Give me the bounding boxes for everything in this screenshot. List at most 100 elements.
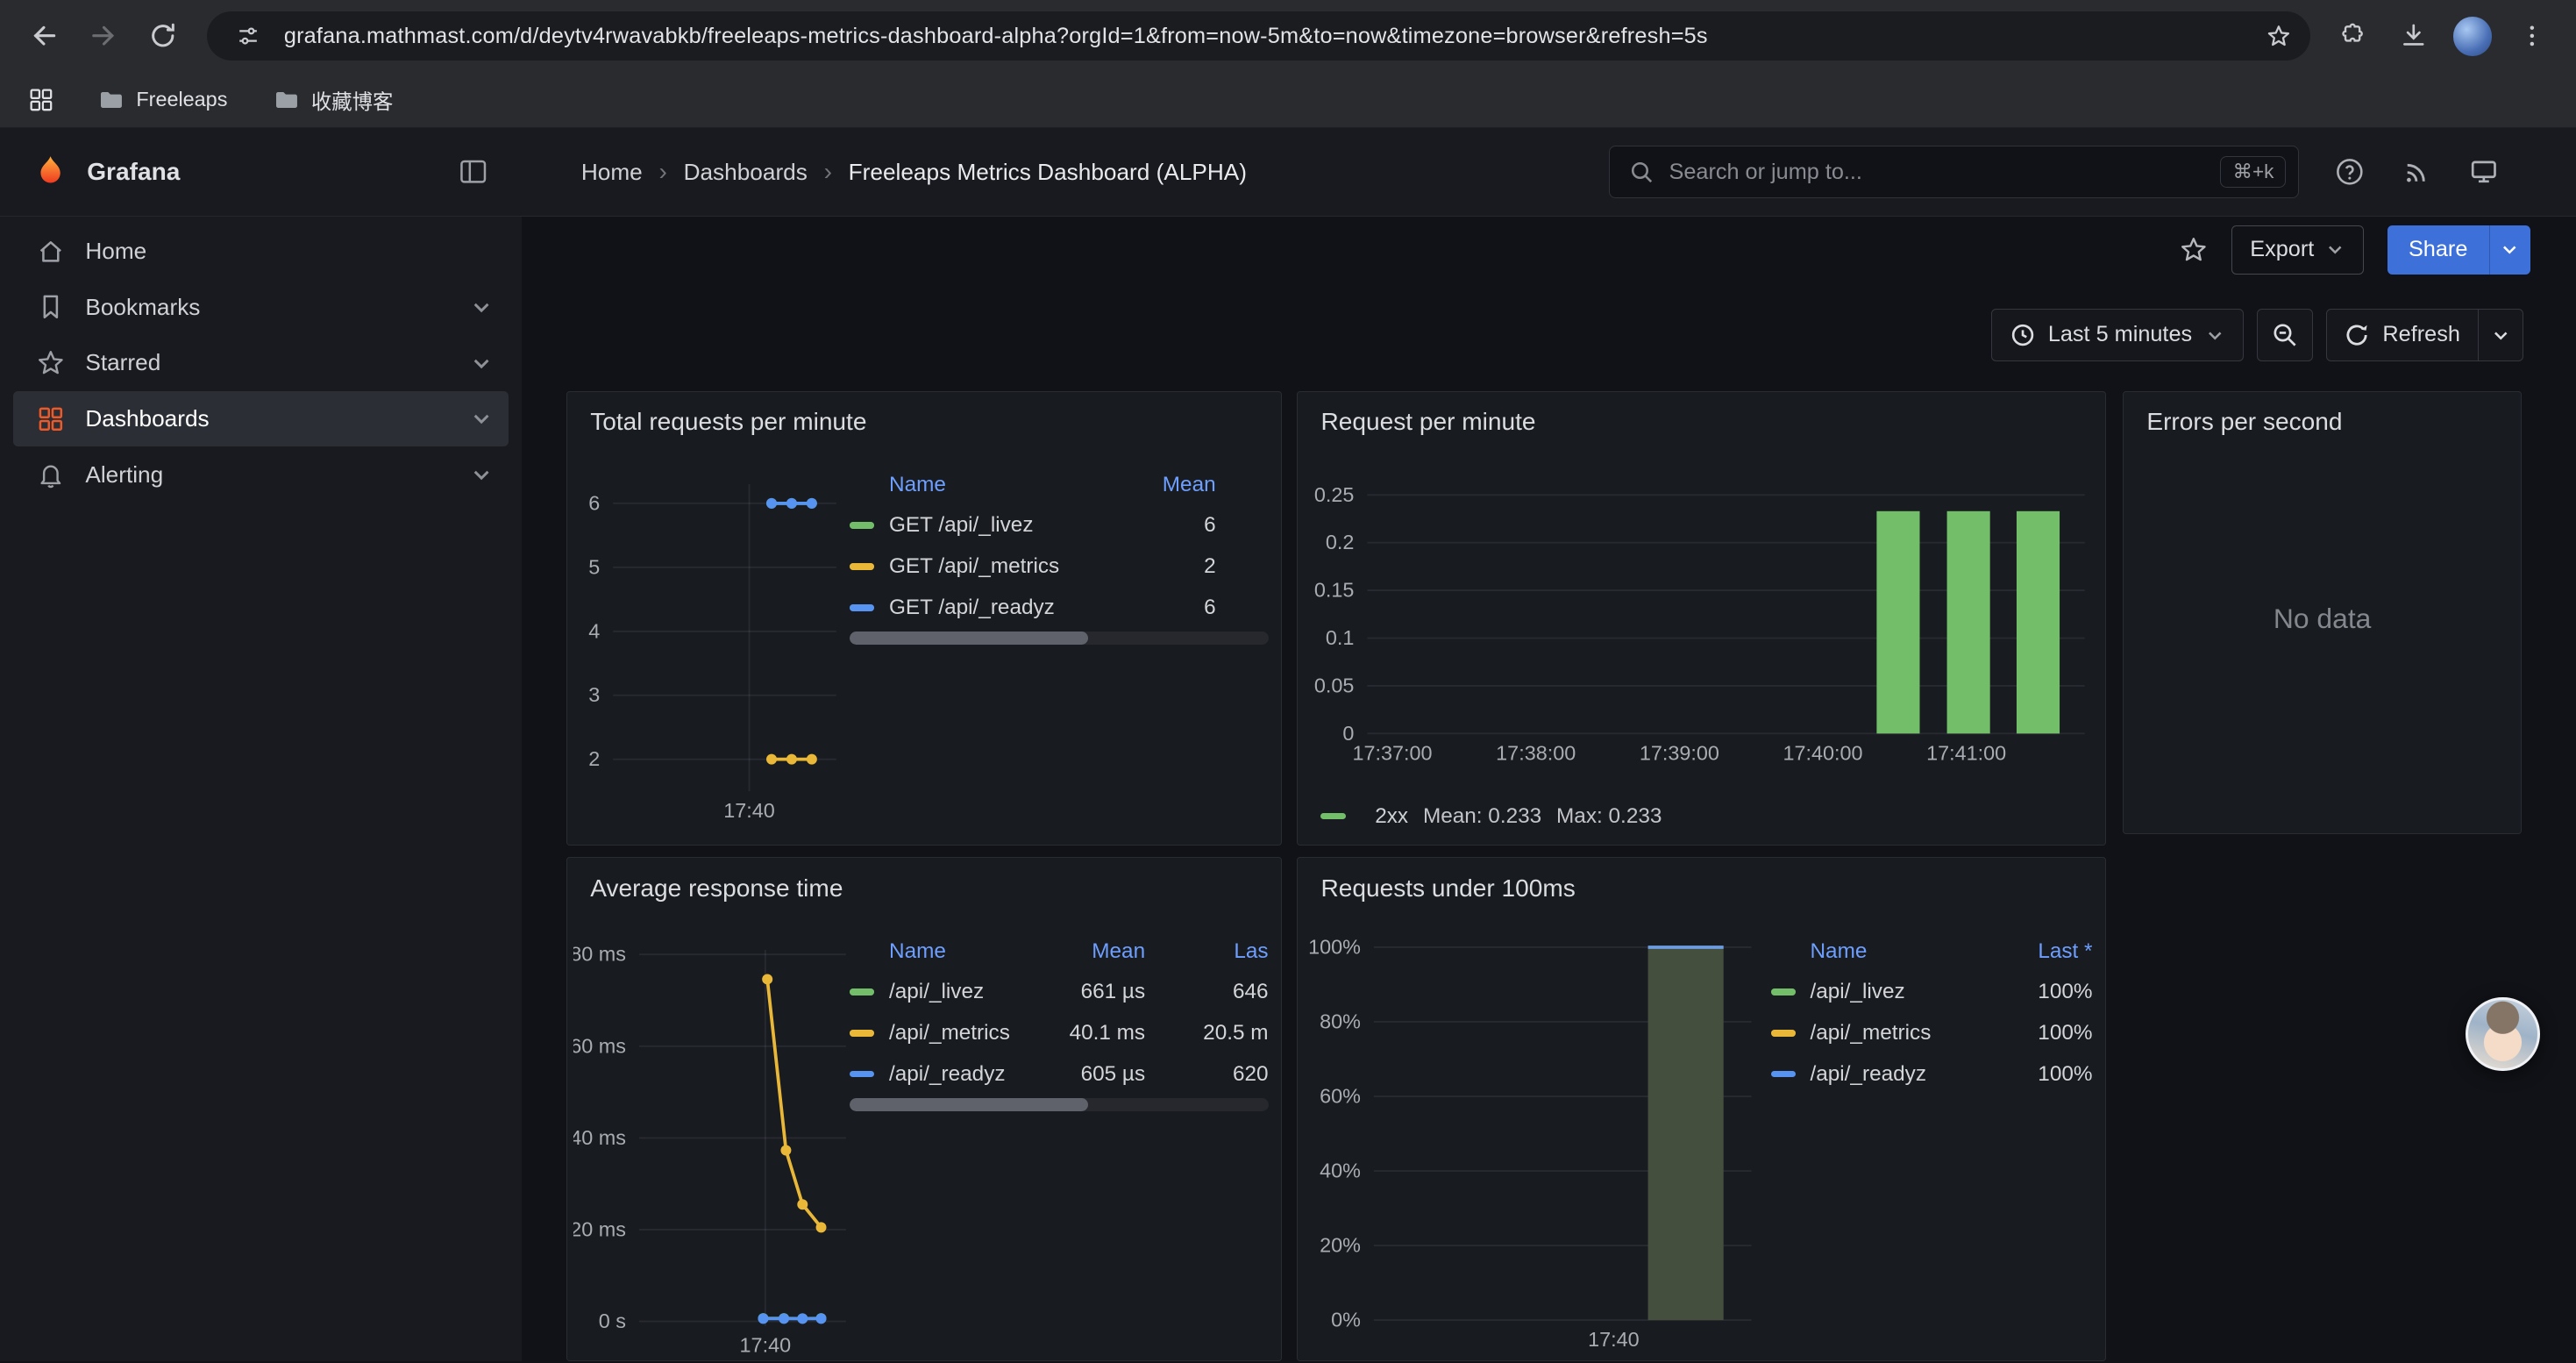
legend-row[interactable]: /api/_livez 100%: [1771, 972, 2093, 1013]
scrollbar-thumb[interactable]: [850, 1098, 1088, 1111]
chevron-down-icon[interactable]: [470, 463, 493, 486]
svg-text:0.05: 0.05: [1313, 674, 1354, 696]
panel-title[interactable]: Average response time: [567, 858, 1281, 903]
avg-response-chart[interactable]: 0 s20 ms40 ms60 ms80 ms17:40: [573, 937, 856, 1361]
legend-row[interactable]: GET /api/_readyz 6: [850, 587, 1268, 628]
legend-col-mean[interactable]: Mean: [1050, 939, 1146, 964]
breadcrumb-dashboards[interactable]: Dashboards: [684, 159, 808, 186]
time-controls-row: Last 5 minutes Refresh: [522, 282, 2575, 361]
requests-per-minute-chart[interactable]: 00.050.10.150.20.2517:37:0017:38:0017:39…: [1308, 467, 2095, 783]
dashboard-canvas: Export Share Last 5 minutes: [522, 217, 2575, 1361]
chevron-down-icon[interactable]: [470, 407, 493, 430]
scrollbar-thumb[interactable]: [850, 632, 1088, 645]
svg-text:100%: 100%: [1308, 935, 1361, 958]
grafana-brand[interactable]: Grafana: [32, 153, 180, 189]
legend-col-last[interactable]: Las: [1145, 939, 1268, 964]
no-data-message: No data: [2124, 603, 2521, 635]
series-mean: 6: [1121, 596, 1216, 620]
apps-grid-icon[interactable]: [19, 78, 62, 121]
breadcrumb-home[interactable]: Home: [581, 159, 643, 186]
legend-row[interactable]: GET /api/_metrics 2: [850, 546, 1268, 588]
chevron-down-icon[interactable]: [470, 352, 493, 375]
favorite-star-icon[interactable]: [2179, 235, 2209, 265]
extensions-icon[interactable]: [2326, 8, 2382, 64]
legend-scrollbar[interactable]: [850, 1098, 1268, 1111]
legend-col-last[interactable]: Last *: [1997, 939, 2093, 964]
series-swatch: [850, 604, 874, 610]
bell-icon: [36, 460, 66, 489]
forward-button[interactable]: [75, 8, 132, 64]
panel-title[interactable]: Request per minute: [1298, 392, 2105, 437]
legend-row[interactable]: /api/_livez 661 µs 646: [850, 972, 1268, 1013]
profile-avatar-image: [2453, 17, 2493, 56]
refresh-button[interactable]: Refresh: [2326, 309, 2480, 361]
profile-avatar[interactable]: [2444, 8, 2501, 64]
url-bar[interactable]: grafana.mathmast.com/d/deytv4rwavabkb/fr…: [207, 11, 2310, 61]
svg-text:17:37:00: 17:37:00: [1352, 741, 1432, 764]
site-info-icon[interactable]: [226, 15, 269, 58]
breadcrumb: Home › Dashboards › Freeleaps Metrics Da…: [581, 158, 1247, 186]
bookmark-blog[interactable]: 收藏博客: [264, 80, 403, 119]
chart-legend[interactable]: 2xx Mean: 0.233 Max: 0.233: [1320, 804, 1662, 829]
assistant-avatar[interactable]: [2466, 997, 2539, 1071]
sidebar-item-bookmarks[interactable]: Bookmarks: [13, 279, 509, 335]
help-icon[interactable]: [2335, 157, 2365, 187]
share-split-button: Share: [2387, 225, 2530, 275]
legend-row[interactable]: /api/_metrics 100%: [1771, 1012, 2093, 1053]
svg-text:4: 4: [588, 619, 600, 642]
series-swatch: [850, 563, 874, 569]
sidebar-item-dashboards[interactable]: Dashboards: [13, 391, 509, 447]
bookmark-freeleaps[interactable]: Freeleaps: [89, 82, 238, 118]
export-button[interactable]: Export: [2231, 225, 2365, 275]
legend-table: Name Mean GET /api/_livez 6 GET /api/_me…: [850, 466, 1268, 628]
panel-title[interactable]: Errors per second: [2124, 392, 2521, 437]
panel-errors-per-second: Errors per second No data: [2123, 391, 2522, 835]
downloads-icon[interactable]: [2386, 8, 2442, 64]
chevron-down-icon[interactable]: [470, 296, 493, 318]
series-swatch: [850, 1030, 874, 1036]
sidebar-item-starred[interactable]: Starred: [13, 335, 509, 391]
series-swatch: [1771, 988, 1796, 995]
legend-row[interactable]: /api/_readyz 605 µs 620: [850, 1053, 1268, 1095]
under-100ms-chart[interactable]: 0%20%40%60%80%100%17:40: [1308, 934, 1761, 1362]
panel-average-response-time: Average response time 0 s20 ms40 ms60 ms…: [566, 857, 1282, 1361]
breadcrumb-current: Freeleaps Metrics Dashboard (ALPHA): [849, 159, 1247, 186]
legend-row[interactable]: /api/_readyz 100%: [1771, 1053, 2093, 1095]
grafana-header: Grafana Home › Dashboards › Freeleaps Me…: [0, 128, 2576, 217]
share-button[interactable]: Share: [2387, 225, 2489, 275]
refresh-icon: [2345, 323, 2369, 347]
legend-col-name[interactable]: Name: [1771, 939, 1997, 964]
legend-row[interactable]: /api/_metrics 40.1 ms 20.5 m: [850, 1012, 1268, 1053]
legend-col-mean[interactable]: Mean: [1121, 473, 1216, 497]
series-last: 20.5 m: [1145, 1021, 1268, 1045]
panel-title[interactable]: Requests under 100ms: [1298, 858, 2105, 903]
apps-icon: [36, 404, 66, 434]
back-button[interactable]: [17, 8, 73, 64]
monitor-icon[interactable]: [2469, 157, 2499, 187]
sidebar-item-alerting[interactable]: Alerting: [13, 446, 509, 503]
zoom-out-button[interactable]: [2257, 309, 2313, 361]
sidebar-item-label: Alerting: [85, 461, 163, 489]
total-requests-chart[interactable]: 2345617:40: [577, 471, 846, 840]
svg-text:0.15: 0.15: [1313, 578, 1354, 601]
svg-text:3: 3: [588, 683, 600, 706]
rss-icon[interactable]: [2402, 157, 2431, 187]
svg-text:17:40: 17:40: [740, 1334, 792, 1357]
sidebar-item-home[interactable]: Home: [13, 224, 509, 280]
menu-kebab-icon[interactable]: [2504, 8, 2560, 64]
refresh-interval-caret[interactable]: [2478, 309, 2523, 361]
legend-col-name[interactable]: Name: [850, 939, 1050, 964]
series-swatch: [1771, 1071, 1796, 1077]
legend-row[interactable]: GET /api/_livez 6: [850, 505, 1268, 546]
panel-title[interactable]: Total requests per minute: [567, 392, 1281, 437]
search-input[interactable]: Search or jump to... ⌘+k: [1609, 146, 2298, 198]
legend-col-name[interactable]: Name: [850, 473, 1121, 497]
reload-button[interactable]: [135, 8, 191, 64]
share-menu-caret[interactable]: [2489, 225, 2530, 275]
bookmark-star-icon[interactable]: [2258, 15, 2301, 58]
legend-scrollbar[interactable]: [850, 632, 1268, 645]
sidebar-toggle-icon[interactable]: [457, 155, 489, 188]
back-icon: [28, 19, 60, 52]
time-range-picker[interactable]: Last 5 minutes: [1991, 309, 2244, 361]
breadcrumb-separator: ›: [658, 158, 666, 186]
